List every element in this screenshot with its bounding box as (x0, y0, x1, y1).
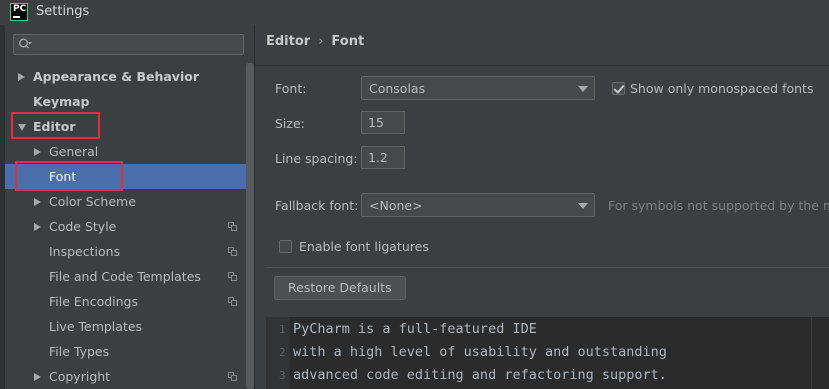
breadcrumb-separator-icon: › (318, 34, 324, 49)
line-number: 1 (279, 323, 286, 336)
tree-scrollbar[interactable] (246, 63, 254, 389)
tree-item-inspections[interactable]: Inspections (0, 239, 246, 264)
right-margin-guide (811, 317, 812, 389)
tree-item-label: Color Scheme (49, 194, 136, 209)
line-spacing-value: 1.2 (368, 150, 388, 165)
tree-item-copyright[interactable]: Copyright (0, 364, 246, 389)
tree-item-label: Keymap (33, 94, 90, 109)
tree-item-label: Code Style (49, 219, 117, 234)
tree-item-appearance-behavior[interactable]: Appearance & Behavior (0, 64, 246, 89)
line-number: 3 (279, 369, 286, 382)
fallback-font-label: Fallback font: (275, 198, 359, 213)
line-spacing-label: Line spacing: (275, 151, 358, 166)
project-copy-icon (228, 272, 237, 281)
font-settings-panel: Editor › Font Font: Consolas Show only mon… (254, 25, 829, 389)
tree-item-file-encodings[interactable]: File Encodings (0, 289, 246, 314)
search-icon (19, 38, 32, 49)
chevron-down-icon (578, 203, 588, 209)
line-number: 2 (279, 346, 286, 359)
line-spacing-input[interactable]: 1.2 (361, 146, 405, 169)
tree-item-font[interactable]: Font (0, 164, 246, 189)
font-value: Consolas (369, 81, 426, 96)
tree-item-code-style[interactable]: Code Style (0, 214, 246, 239)
tree-item-file-and-code-templates[interactable]: File and Code Templates (0, 264, 246, 289)
window-title: Settings (36, 4, 90, 19)
tree-item-label: Appearance & Behavior (33, 69, 199, 84)
tree-item-label: Font (49, 169, 77, 184)
project-copy-icon (228, 247, 237, 256)
expand-right-icon[interactable] (34, 148, 41, 156)
fallback-font-combobox[interactable]: <None> (361, 193, 595, 217)
ligatures-checkbox[interactable] (279, 240, 292, 253)
preview-text: with a high level of usability and outst… (293, 344, 667, 360)
breadcrumb: Editor › Font (266, 34, 364, 49)
tree-item-label: Editor (33, 119, 76, 134)
font-preview-editor[interactable]: 1 PyCharm is a full-featured IDE 2 with a h… (266, 317, 829, 389)
chevron-down-icon (578, 86, 588, 92)
settings-search-input[interactable] (13, 34, 244, 55)
restore-defaults-button[interactable]: Restore Defaults (274, 276, 406, 300)
breadcrumb-current: Font (331, 34, 365, 49)
tree-item-keymap[interactable]: Keymap (0, 89, 246, 114)
project-copy-icon (228, 297, 237, 306)
tree-item-editor[interactable]: Editor (0, 114, 246, 139)
title-bar: PC Settings (0, 0, 829, 25)
tree-item-label: File Encodings (49, 294, 139, 309)
project-copy-icon (228, 222, 237, 231)
tree-item-label: File and Code Templates (49, 269, 201, 284)
fallback-hint: For symbols not supported by the ma (608, 198, 829, 213)
section-divider (266, 267, 829, 268)
preview-text: advanced code editing and refactoring su… (293, 367, 667, 383)
ligatures-label: Enable font ligatures (299, 239, 429, 254)
left-edge (0, 25, 5, 389)
expand-right-icon[interactable] (34, 198, 41, 206)
fallback-font-value: <None> (369, 198, 423, 213)
size-label: Size: (275, 116, 305, 131)
tree-item-label: Live Templates (49, 319, 143, 334)
font-label: Font: (275, 81, 307, 96)
expand-right-icon[interactable] (34, 223, 41, 231)
tree-item-label: Copyright (49, 369, 111, 384)
tree-item-live-templates[interactable]: Live Templates (0, 314, 246, 339)
font-combobox[interactable]: Consolas (361, 76, 595, 100)
tree-item-file-types[interactable]: File Types (0, 339, 246, 364)
size-input[interactable]: 15 (361, 111, 405, 134)
tree-item-general[interactable]: General (0, 139, 246, 164)
expand-right-icon[interactable] (18, 73, 25, 81)
breadcrumb-parent: Editor (266, 34, 311, 49)
expand-right-icon[interactable] (34, 373, 41, 381)
tree-item-color-scheme[interactable]: Color Scheme (0, 189, 246, 214)
settings-tree-panel: Appearance & Behavior Keymap Editor General… (0, 25, 254, 389)
monospaced-checkbox[interactable] (612, 82, 625, 95)
tree-item-label: Inspections (49, 244, 121, 259)
project-copy-icon (228, 372, 237, 381)
size-value: 15 (368, 115, 384, 130)
tree-item-label: File Types (49, 344, 110, 359)
header-divider (255, 65, 829, 66)
tree-item-label: General (49, 144, 99, 159)
preview-text: PyCharm is a full-featured IDE (293, 321, 537, 337)
monospaced-label: Show only monospaced fonts (630, 81, 814, 96)
pycharm-logo-icon: PC (10, 3, 28, 21)
expand-down-icon[interactable] (18, 124, 26, 131)
